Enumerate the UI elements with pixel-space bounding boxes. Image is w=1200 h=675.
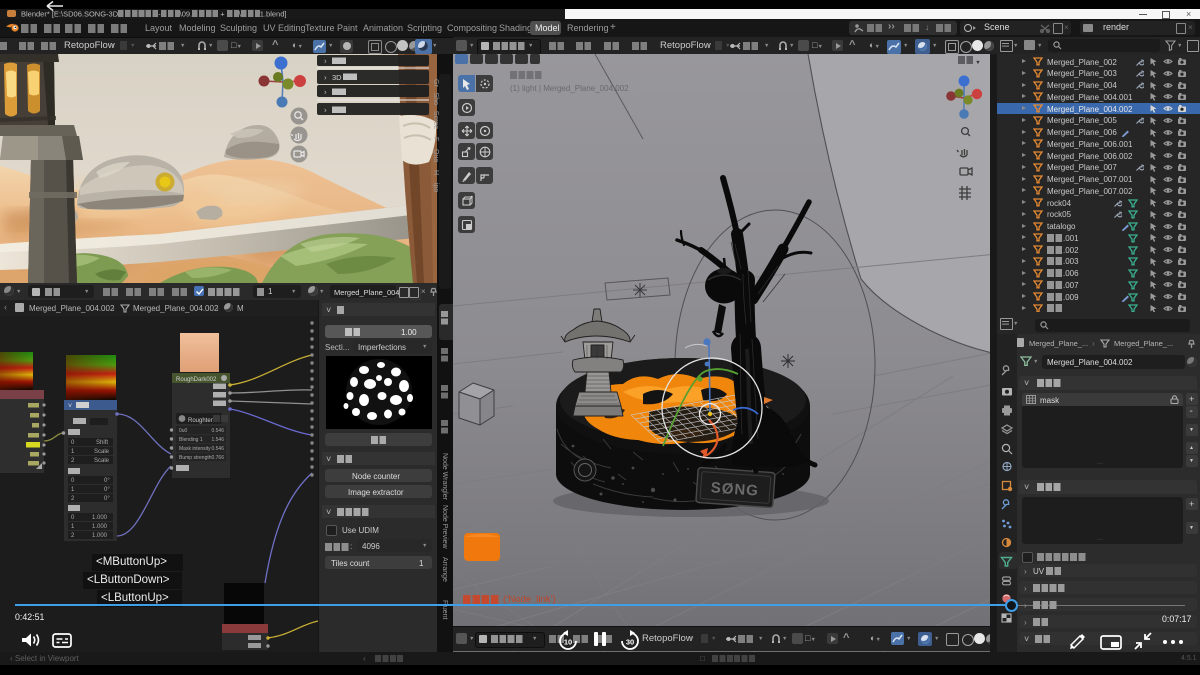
svg-text:0.546: 0.546 (211, 446, 224, 452)
svg-text:›: › (324, 57, 327, 66)
svg-text:Roughten: Roughten (188, 418, 214, 424)
svg-text:0.766: 0.766 (211, 455, 224, 461)
svg-text:Scale: Scale (94, 449, 110, 455)
svg-text:›: › (324, 88, 327, 97)
svg-text:10: 10 (564, 638, 572, 647)
svg-text:0°: 0° (104, 478, 110, 484)
svg-text:1.000: 1.000 (92, 524, 108, 530)
svg-text:0.546: 0.546 (211, 428, 224, 434)
svg-text:0°: 0° (104, 487, 110, 493)
svg-text:Shift: Shift (96, 440, 108, 446)
svg-text:Bump strength: Bump strength (179, 455, 212, 461)
svg-text:Scale: Scale (94, 458, 110, 464)
svg-text:˅: ˅ (68, 403, 72, 410)
svg-text:Blending 1: Blending 1 (179, 437, 203, 443)
svg-text:SØNG: SØNG (710, 479, 759, 499)
svg-text:30: 30 (626, 638, 634, 647)
svg-text:1.000: 1.000 (92, 533, 108, 539)
svg-text:0u0: 0u0 (179, 428, 188, 434)
svg-text:3D: 3D (332, 73, 342, 82)
svg-text:Mask intensity: Mask intensity (179, 446, 211, 452)
svg-text:RoughDark002: RoughDark002 (176, 377, 217, 383)
svg-text:›: › (324, 73, 327, 82)
svg-text:1.546: 1.546 (211, 437, 224, 443)
svg-text:1.000: 1.000 (92, 515, 108, 521)
svg-text:0°: 0° (104, 496, 110, 502)
svg-text:›: › (324, 106, 327, 115)
